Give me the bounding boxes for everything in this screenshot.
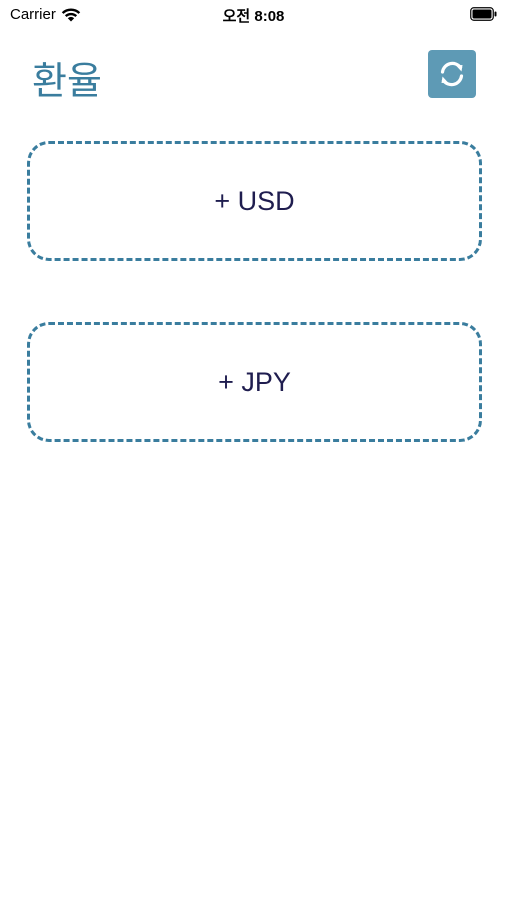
battery-icon (470, 7, 497, 21)
add-usd-card[interactable]: + USD (27, 141, 482, 261)
status-time: 오전 8:08 (222, 8, 285, 25)
page-title: 환율 (32, 59, 102, 103)
add-jpy-card[interactable]: + JPY (27, 322, 482, 442)
status-bar: Carrier 오전 8:08 (0, 0, 507, 30)
card-label-usd: + USD (214, 185, 295, 216)
refresh-icon (440, 61, 464, 87)
card-label-jpy: + JPY (218, 366, 291, 397)
refresh-button[interactable] (428, 50, 476, 98)
